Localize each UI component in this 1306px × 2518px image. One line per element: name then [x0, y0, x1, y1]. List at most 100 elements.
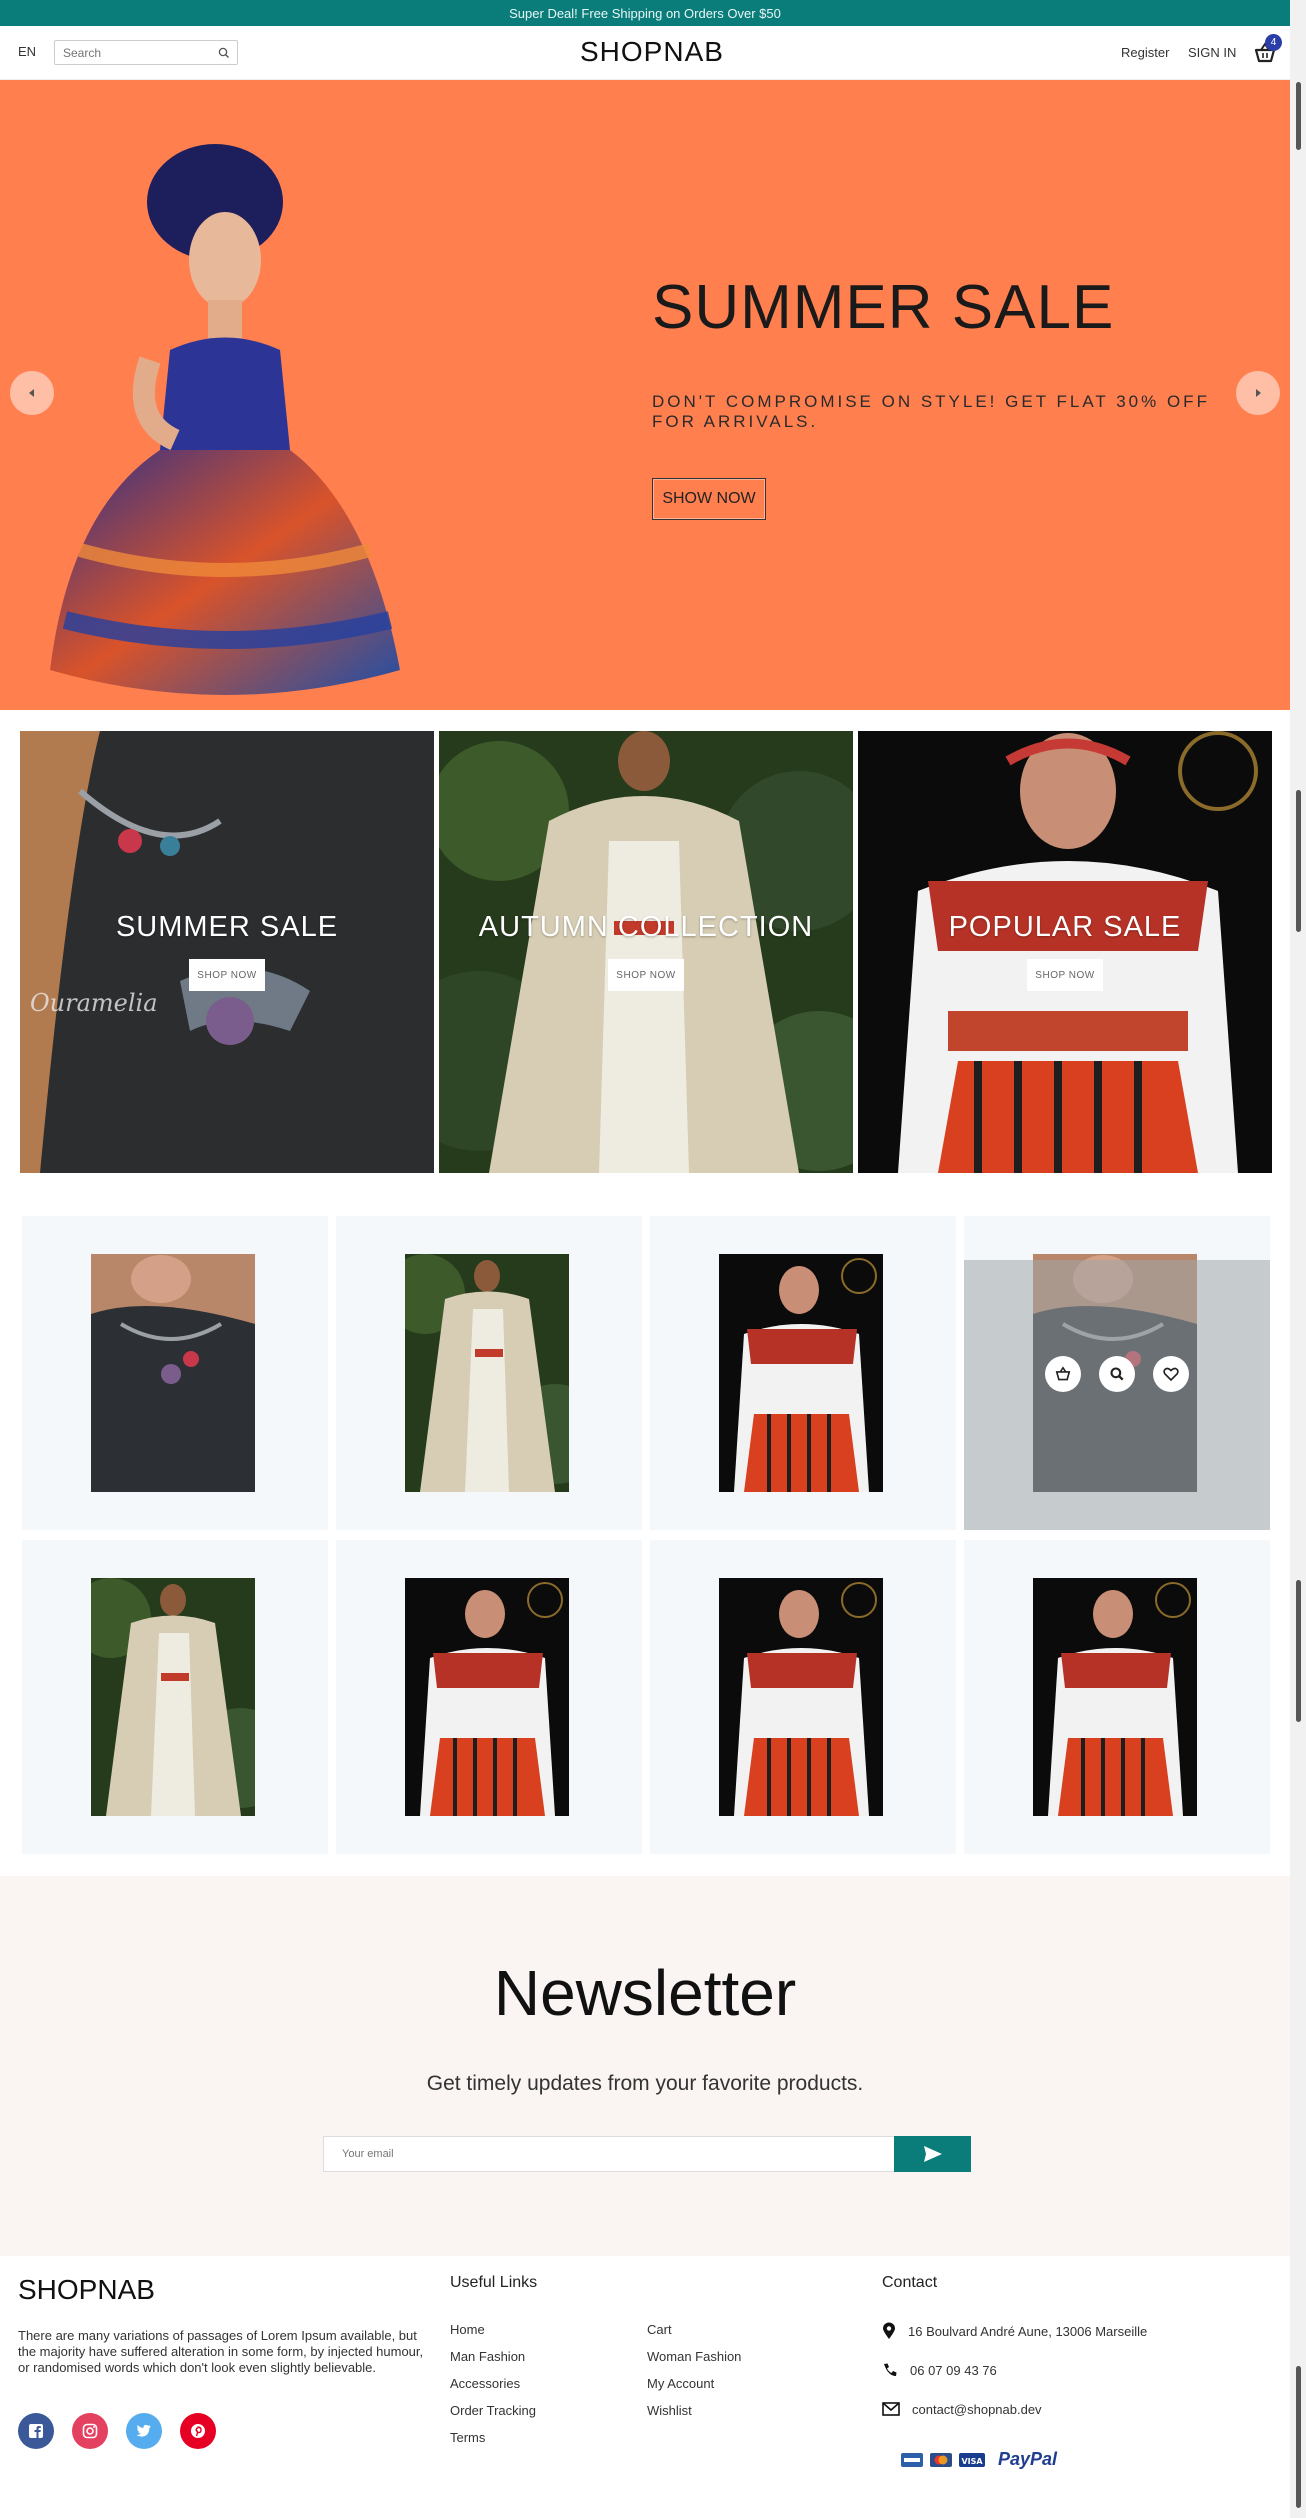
banner-title: SUMMER SALE	[115, 911, 339, 943]
product-card[interactable]	[650, 1540, 956, 1854]
footer-link-accessories[interactable]: Accessories	[450, 2376, 520, 2391]
visa-icon: VISA	[959, 2453, 985, 2467]
search-input[interactable]	[55, 45, 205, 60]
banner-title: AUTUMN COLLECTION	[478, 911, 814, 943]
facebook-icon	[29, 2424, 43, 2438]
banner-title: POPULAR SALE	[948, 911, 1182, 943]
footer: SHOPNAB There are many variations of pas…	[0, 2256, 1290, 2518]
add-to-wishlist-button[interactable]	[1153, 1356, 1189, 1392]
product-card[interactable]	[22, 1216, 328, 1530]
cart-icon	[1055, 1366, 1071, 1381]
newsletter-section: Newsletter Get timely updates from your …	[0, 1876, 1290, 2256]
register-link[interactable]: Register	[1121, 45, 1169, 60]
scroll-marker	[1296, 790, 1301, 932]
arrow-left-icon	[29, 389, 34, 397]
banner-image: Ouramelia	[20, 731, 434, 1173]
banner-shop-now-button[interactable]: SHOP NOW	[1027, 959, 1103, 991]
cart-count-badge: 4	[1265, 34, 1282, 51]
banner-summer-sale[interactable]: Ouramelia SUMMER SALE SHOP NOW	[20, 731, 434, 1173]
product-image	[719, 1254, 883, 1492]
instagram-icon	[82, 2423, 98, 2439]
facebook-button[interactable]	[18, 2413, 54, 2449]
search-icon[interactable]	[217, 46, 231, 60]
product-image	[91, 1578, 255, 1816]
promo-bar: Super Deal! Free Shipping on Orders Over…	[0, 0, 1290, 26]
banner-shop-now-button[interactable]: SHOP NOW	[189, 959, 265, 991]
footer-link-home[interactable]: Home	[450, 2322, 485, 2337]
banner-shop-now-button[interactable]: SHOP NOW	[608, 959, 684, 991]
hero-slider: SUMMER SALE DON'T COMPROMISE ON STYLE! G…	[0, 80, 1290, 710]
product-image	[1033, 1578, 1197, 1816]
hero-show-now-button[interactable]: SHOW NOW	[652, 478, 766, 520]
contact-email-text: contact@shopnab.dev	[912, 2401, 1042, 2417]
twitter-button[interactable]	[126, 2413, 162, 2449]
product-card-hovered[interactable]	[964, 1216, 1270, 1530]
product-image	[719, 1578, 883, 1816]
product-card[interactable]	[336, 1540, 642, 1854]
scrollbar[interactable]	[1290, 0, 1306, 2518]
product-card[interactable]	[336, 1216, 642, 1530]
product-image	[91, 1254, 255, 1492]
newsletter-submit-button[interactable]	[894, 2136, 971, 2172]
banner-autumn-collection[interactable]: AUTUMN COLLECTION SHOP NOW	[439, 731, 853, 1173]
footer-about-text: There are many variations of passages of…	[18, 2328, 424, 2375]
instagram-button[interactable]	[72, 2413, 108, 2449]
product-card[interactable]	[650, 1216, 956, 1530]
product-image	[405, 1254, 569, 1492]
scroll-marker	[1296, 2366, 1301, 2508]
pinterest-icon	[191, 2424, 205, 2438]
pinterest-button[interactable]	[180, 2413, 216, 2449]
mastercard-icon	[930, 2453, 952, 2467]
credit-card-icon	[901, 2453, 923, 2467]
visa-label: VISA	[961, 2457, 983, 2466]
contact-phone: 06 07 09 43 76	[882, 2361, 997, 2379]
footer-link-wishlist[interactable]: Wishlist	[647, 2403, 692, 2418]
site-logo[interactable]: SHOPNAB	[580, 36, 724, 68]
product-card[interactable]	[964, 1540, 1270, 1854]
search-box[interactable]	[54, 40, 238, 65]
mail-icon	[882, 2402, 900, 2416]
footer-link-man-fashion[interactable]: Man Fashion	[450, 2349, 525, 2364]
contact-phone-text: 06 07 09 43 76	[910, 2362, 997, 2378]
useful-links-title: Useful Links	[450, 2274, 538, 2291]
footer-link-terms[interactable]: Terms	[450, 2430, 485, 2445]
contact-address: 16 Boulvard André Aune, 13006 Marseille	[882, 2322, 1147, 2340]
scrollbar-thumb[interactable]	[1296, 82, 1301, 150]
slider-prev-button[interactable]	[10, 371, 54, 415]
phone-icon	[884, 2363, 897, 2376]
newsletter-subtitle: Get timely updates from your favorite pr…	[426, 2072, 864, 2095]
slider-next-button[interactable]	[1236, 371, 1280, 415]
category-banners: Ouramelia SUMMER SALE SHOP NOW AUTUMN CO…	[20, 731, 1272, 1173]
contact-address-text: 16 Boulvard André Aune, 13006 Marseille	[908, 2323, 1148, 2339]
newsletter-title: Newsletter	[493, 1957, 797, 2029]
quick-view-button[interactable]	[1099, 1356, 1135, 1392]
send-icon	[923, 2146, 942, 2162]
contact-email: contact@shopnab.dev	[882, 2400, 1042, 2418]
svg-text:Ouramelia: Ouramelia	[30, 989, 158, 1017]
paypal-logo: PayPal	[998, 2449, 1058, 2469]
newsletter-email-input[interactable]	[323, 2136, 895, 2172]
product-image	[405, 1578, 569, 1816]
footer-link-woman-fashion[interactable]: Woman Fashion	[647, 2349, 741, 2364]
heart-icon	[1163, 1367, 1179, 1382]
search-icon	[1110, 1367, 1124, 1381]
twitter-icon	[136, 2424, 151, 2437]
arrow-right-icon	[1256, 389, 1261, 397]
product-card[interactable]	[22, 1540, 328, 1854]
hero-title: SUMMER SALE	[652, 273, 1115, 342]
signin-link[interactable]: SIGN IN	[1188, 45, 1236, 60]
contact-title: Contact	[882, 2274, 938, 2291]
banner-image	[858, 731, 1272, 1173]
hero-model-image	[50, 144, 400, 695]
promo-text: Super Deal! Free Shipping on Orders Over…	[509, 5, 781, 21]
location-pin-icon	[883, 2322, 895, 2339]
footer-link-my-account[interactable]: My Account	[647, 2376, 714, 2391]
footer-link-cart[interactable]: Cart	[647, 2322, 672, 2337]
language-selector[interactable]: EN	[18, 44, 36, 59]
product-hover-overlay	[964, 1260, 1270, 1530]
footer-link-order-tracking[interactable]: Order Tracking	[450, 2403, 536, 2418]
add-to-cart-button[interactable]	[1045, 1356, 1081, 1392]
banner-popular-sale[interactable]: POPULAR SALE SHOP NOW	[858, 731, 1272, 1173]
scroll-marker	[1296, 1580, 1301, 1722]
header: EN SHOPNAB Register SIGN IN 4	[0, 26, 1290, 80]
